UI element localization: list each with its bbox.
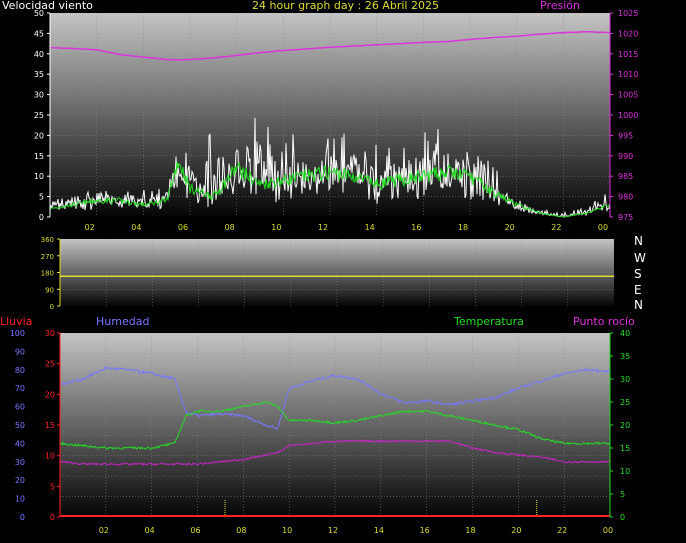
direction-letter-w: W	[634, 251, 646, 265]
wind-hour-tick-label: 18	[458, 223, 468, 232]
pressure-tick-label: 995	[618, 131, 633, 140]
pressure-tick-label: 1025	[618, 9, 638, 18]
direction-tick-label: 0	[50, 303, 54, 311]
humidity-tick-label: 50	[15, 421, 25, 430]
wind-hour-tick-label: 04	[131, 223, 141, 232]
rain-tick-label: 5	[50, 482, 55, 491]
bottom-hour-tick-label: 08	[236, 526, 246, 535]
wind-tick-label: 45	[34, 29, 44, 38]
temperature-tick-label: 20	[620, 421, 630, 430]
bottom-hour-tick-label: 10	[282, 526, 292, 535]
bottom-hour-tick-label: 18	[465, 526, 475, 535]
pressure-tick-label: 990	[618, 152, 633, 161]
wind-hour-tick-label: 02	[85, 223, 95, 232]
wind-hour-tick-label: 20	[505, 223, 515, 232]
humidity-tick-label: 30	[15, 458, 25, 467]
bottom-hour-tick-label: 20	[511, 526, 521, 535]
direction-tick-label: 180	[41, 270, 54, 278]
wind-hour-tick-label: 10	[271, 223, 281, 232]
wind-tick-label: 0	[39, 213, 44, 222]
bottom-hour-tick-label: 14	[374, 526, 384, 535]
rain-tick-label: 10	[45, 452, 55, 461]
humidity-tick-label: 100	[10, 329, 25, 338]
rain-tick-label: 25	[45, 360, 55, 369]
humidity-label: Humedad	[96, 315, 150, 328]
wind-tick-label: 40	[34, 50, 44, 59]
bottom-hour-tick-label: 02	[99, 526, 109, 535]
wind-hour-tick-label: 12	[318, 223, 328, 232]
wind-hour-tick-label: 06	[178, 223, 188, 232]
pressure-tick-label: 1000	[618, 111, 638, 120]
pressure-tick-label: 980	[618, 193, 633, 202]
wind-tick-label: 10	[34, 172, 44, 181]
wind-hour-tick-label: 08	[225, 223, 235, 232]
humidity-tick-label: 90	[15, 347, 25, 356]
wind-hour-tick-label: 16	[411, 223, 421, 232]
wind-hour-tick-label: 14	[365, 223, 375, 232]
temperature-tick-label: 30	[620, 375, 630, 384]
bottom-hour-tick-label: 12	[328, 526, 338, 535]
humidity-tick-label: 10	[15, 495, 25, 504]
rain-tick-label: 30	[45, 329, 55, 338]
rain-tick-label: 20	[45, 390, 55, 399]
temperature-tick-label: 15	[620, 444, 630, 453]
wind-tick-label: 30	[34, 91, 44, 100]
wind-speed-label: Velocidad viento	[2, 0, 93, 12]
bottom-hour-tick-label: 06	[190, 526, 200, 535]
humidity-tick-label: 0	[20, 513, 25, 522]
temperature-tick-label: 25	[620, 398, 630, 407]
direction-letter-s: S	[634, 267, 642, 281]
rain-label: Lluvia	[0, 315, 33, 328]
wind-hour-tick-label: 00	[598, 223, 608, 232]
rain-tick-label: 15	[45, 421, 55, 430]
temperature-tick-label: 40	[620, 329, 630, 338]
direction-tick-label: 90	[45, 286, 54, 294]
bottom-hour-tick-label: 22	[557, 526, 567, 535]
dewpoint-label: Punto rocío	[573, 315, 635, 328]
wind-tick-label: 25	[34, 111, 44, 120]
wind-hour-tick-label: 22	[551, 223, 561, 232]
bottom-hour-tick-label: 04	[145, 526, 155, 535]
wind-tick-label: 20	[34, 131, 44, 140]
bottom-hour-tick-label: 00	[603, 526, 613, 535]
direction-letter-n-top: N	[634, 234, 643, 248]
pressure-tick-label: 1005	[618, 91, 638, 100]
pressure-tick-label: 1020	[618, 29, 638, 38]
humidity-tick-label: 20	[15, 476, 25, 485]
temperature-tick-label: 5	[620, 490, 625, 499]
temperature-tick-label: 0	[620, 513, 625, 522]
pressure-tick-label: 1010	[618, 70, 638, 79]
direction-tick-label: 360	[41, 236, 54, 244]
direction-letter-e: E	[634, 283, 642, 297]
wind-tick-label: 5	[39, 193, 44, 202]
pressure-tick-label: 985	[618, 172, 633, 181]
graph-title: 24 hour graph day : 26 Abril 2025	[252, 0, 439, 12]
temperature-tick-label: 10	[620, 467, 630, 476]
temperature-label: Temperatura	[454, 315, 524, 328]
humidity-tick-label: 60	[15, 403, 25, 412]
bottom-hour-tick-label: 16	[420, 526, 430, 535]
wind-tick-label: 35	[34, 70, 44, 79]
direction-letter-n-bottom: N	[634, 298, 643, 312]
humidity-tick-label: 80	[15, 366, 25, 375]
rain-tick-label: 0	[50, 513, 55, 522]
humidity-tick-label: 40	[15, 439, 25, 448]
pressure-tick-label: 975	[618, 213, 633, 222]
temperature-tick-label: 35	[620, 352, 630, 361]
direction-tick-label: 270	[41, 253, 54, 261]
pressure-label: Presión	[540, 0, 580, 12]
weather-graph-canvas: 0510152025303540455097598098599099510001…	[10, 9, 639, 535]
pressure-tick-label: 1015	[618, 50, 638, 59]
wind-tick-label: 15	[34, 152, 44, 161]
humidity-tick-label: 70	[15, 384, 25, 393]
